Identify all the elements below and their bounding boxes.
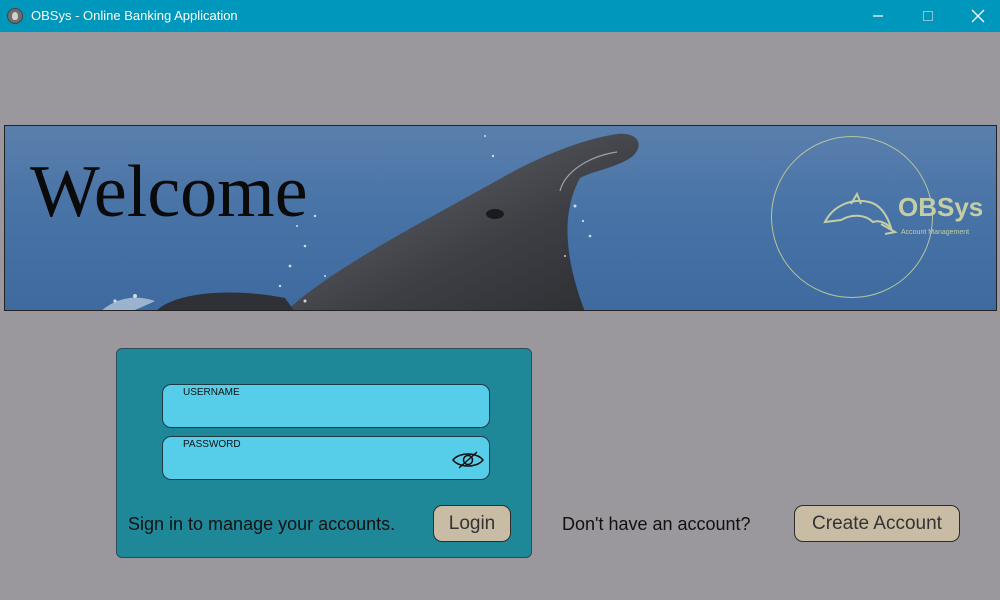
close-button[interactable] [953,0,1000,32]
welcome-banner: Welcome OBSys Account Management [4,125,997,311]
eye-slash-icon[interactable] [451,450,485,470]
no-account-prompt: Don't have an account? [562,514,751,534]
brand-tagline: Account Management [901,229,970,236]
minimize-button[interactable] [853,0,903,32]
username-field[interactable]: USERNAME [162,384,490,428]
minimize-icon [873,15,883,17]
app-icon [7,8,23,24]
window-title: OBSys - Online Banking Application [31,8,238,23]
login-button[interactable]: Login [433,505,511,542]
password-label: PASSWORD [183,439,241,450]
create-account-button[interactable]: Create Account [794,505,960,542]
brand-name: OBSys [898,192,984,222]
username-label: USERNAME [183,387,240,398]
username-input[interactable] [183,401,453,423]
maximize-button[interactable] [903,0,953,32]
password-input[interactable] [183,453,453,475]
signin-prompt: Sign in to manage your accounts. [128,514,396,534]
maximize-icon [923,11,933,21]
login-card: USERNAME PASSWORD Sign in to manage your… [116,348,532,558]
password-field[interactable]: PASSWORD [162,436,490,480]
title-bar: OBSys - Online Banking Application [0,0,1000,32]
welcome-heading: Welcome [30,151,308,233]
close-icon [971,9,985,23]
